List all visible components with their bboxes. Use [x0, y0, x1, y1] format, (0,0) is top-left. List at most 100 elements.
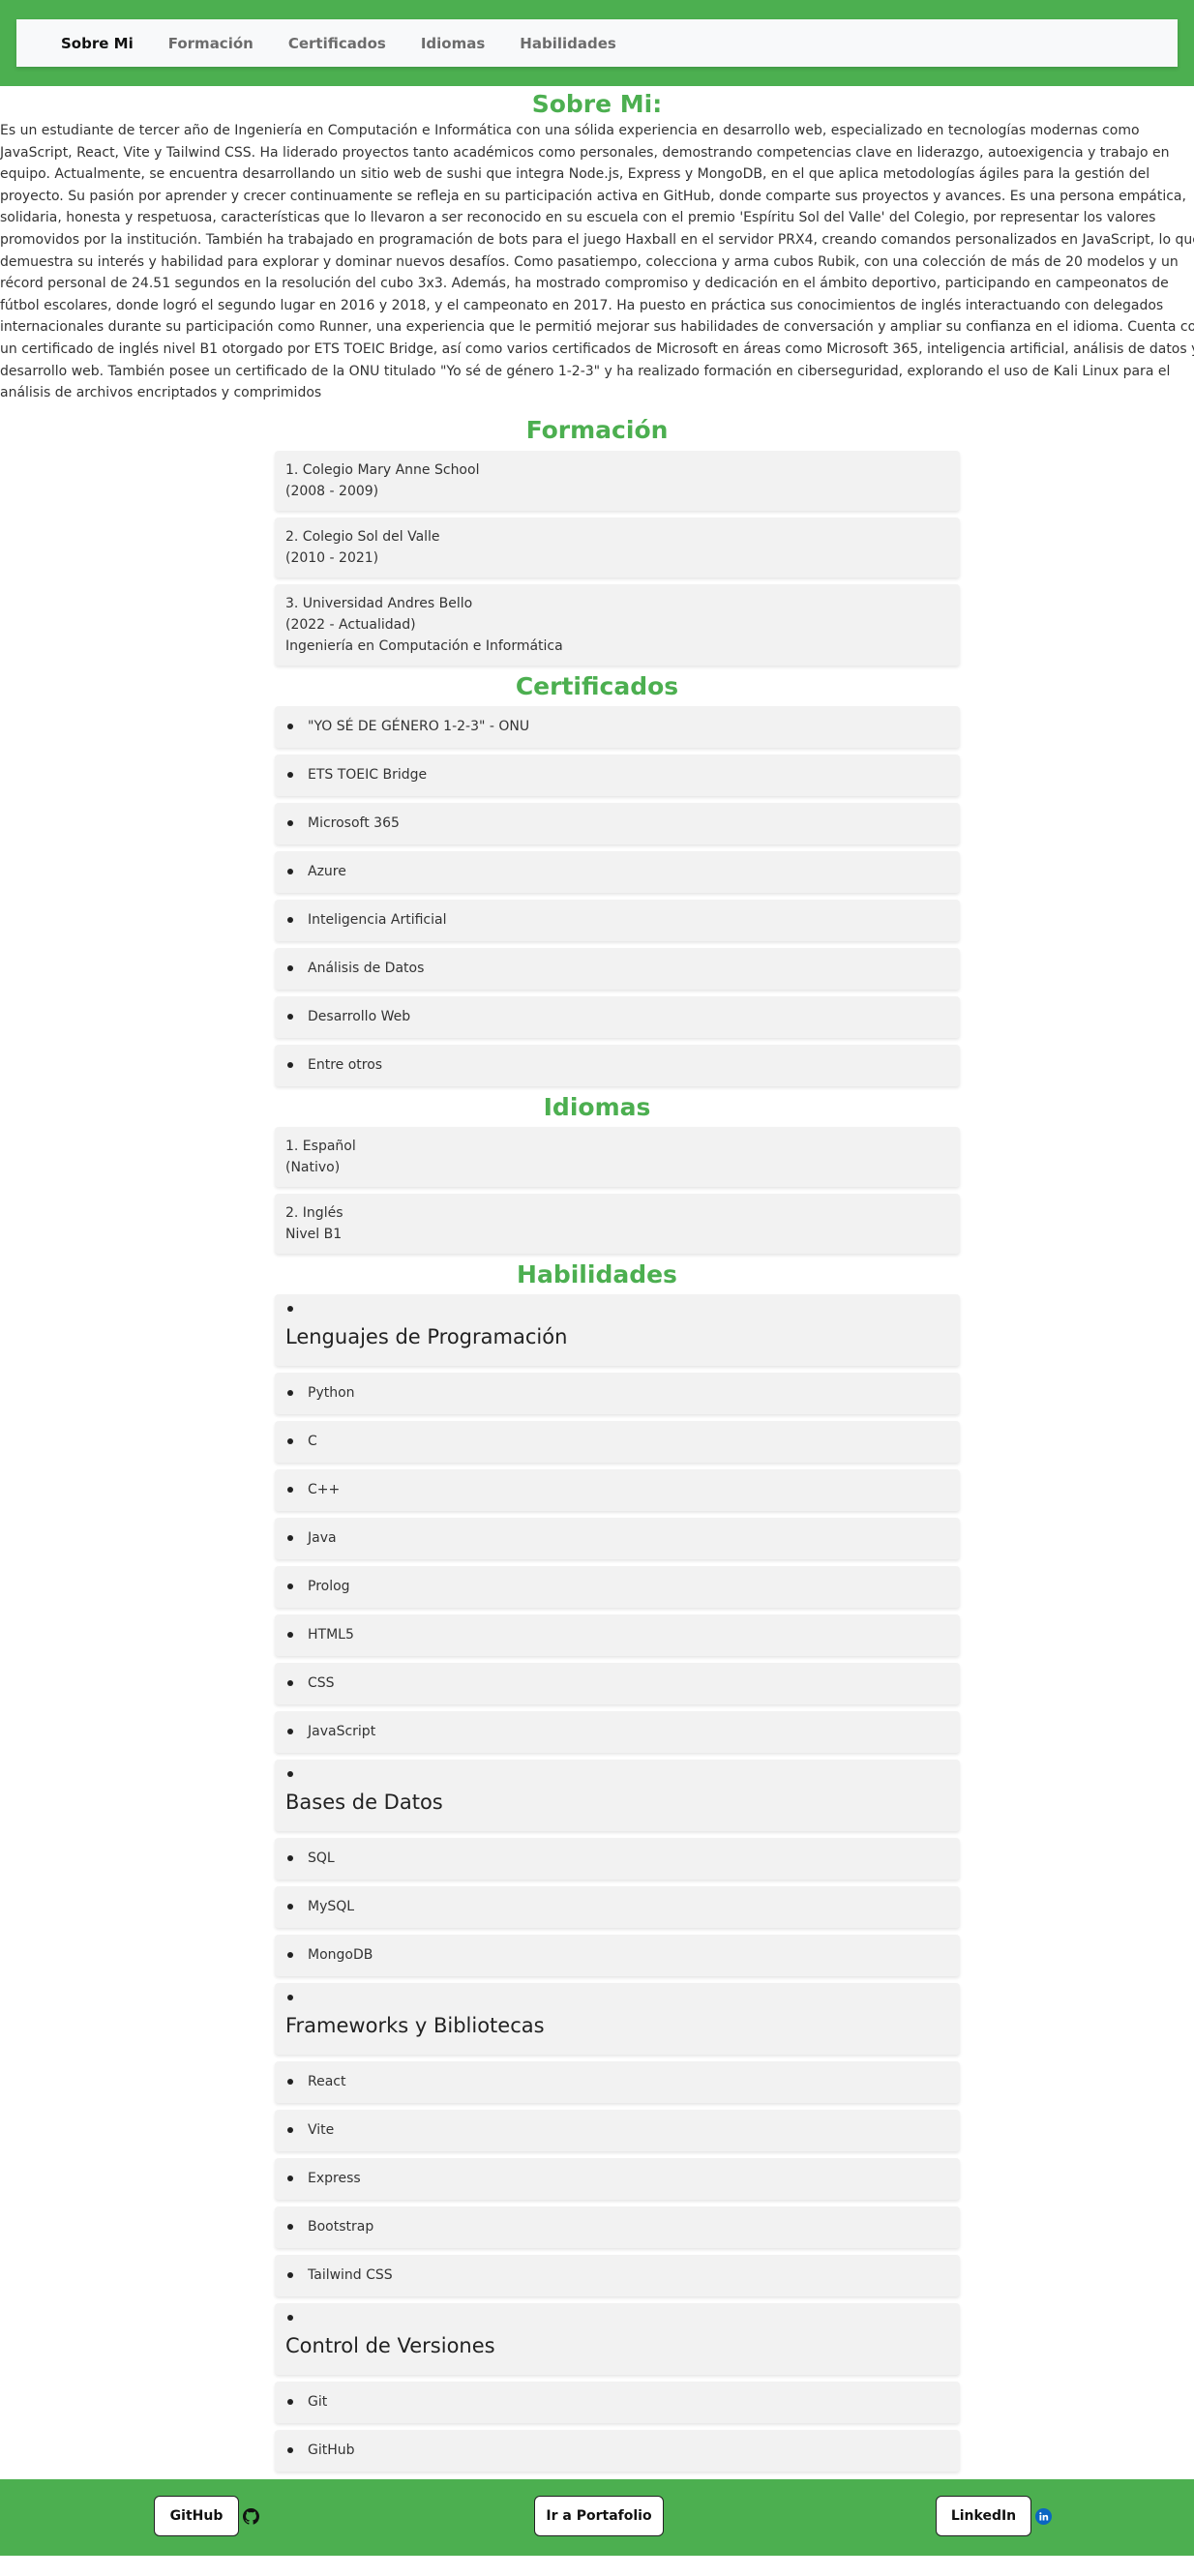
skill-group-title: Bases de Datos: [285, 1790, 443, 1814]
skill-item-label: JavaScript: [308, 1724, 376, 1740]
bullet-dot: [287, 1632, 293, 1639]
skill-item: Prolog: [275, 1565, 960, 1608]
formacion-card: 3. Universidad Andres Bello (2022 - Actua…: [275, 583, 960, 666]
certificado-item-label: Azure: [308, 864, 346, 880]
linkedin-icon[interactable]: [1035, 2507, 1052, 2525]
formacion-line: Ingeniería en Computación e Informática: [285, 637, 563, 654]
skill-item-label: Python: [308, 1385, 355, 1402]
bullet-dot: [287, 2447, 293, 2454]
certificado-item: Análisis de Datos: [275, 947, 960, 990]
formacion-line: (2008 - 2009): [285, 483, 379, 499]
certificados-list: "YO SÉ DE GÉNERO 1-2-3" - ONU ETS TOEIC B…: [275, 705, 960, 1086]
about-title: Sobre Mi:: [531, 90, 663, 118]
certificado-item-label: "YO SÉ DE GÉNERO 1-2-3" - ONU: [308, 719, 530, 735]
formacion-list: 1. Colegio Mary Anne School (2008 - 2009)…: [275, 450, 960, 666]
skill-item: HTML5: [275, 1614, 960, 1656]
skill-item: JavaScript: [275, 1710, 960, 1753]
skill-item-label: Prolog: [308, 1579, 350, 1595]
bullet-dot: [287, 1952, 293, 1959]
nav-link-sobre-mi[interactable]: Sobre Mi: [44, 35, 151, 52]
bullet-dot: [287, 1680, 293, 1687]
certificado-item: Entre otros: [275, 1044, 960, 1086]
skill-item-label: Git: [308, 2394, 328, 2411]
bullet-dot: [287, 1994, 293, 2000]
skill-item: Express: [275, 2157, 960, 2200]
formacion-line: 3. Universidad Andres Bello: [285, 595, 473, 611]
certificado-item: Inteligencia Artificial: [275, 899, 960, 941]
bullet-dot: [287, 772, 293, 779]
bullet-dot: [287, 869, 293, 875]
github-icon[interactable]: [243, 2507, 259, 2525]
skill-item: Bootstrap: [275, 2206, 960, 2248]
header-bar: Sobre Mi Formación Certificados Idiomas …: [0, 0, 1194, 86]
certificado-item-label: ETS TOEIC Bridge: [308, 767, 428, 784]
skill-item-label: Java: [308, 1530, 337, 1547]
bullet-dot: [287, 1584, 293, 1590]
certificado-item-label: Microsoft 365: [308, 815, 400, 832]
skill-item-label: CSS: [308, 1675, 335, 1692]
portfolio-button[interactable]: Ir a Portafolio: [534, 2495, 664, 2536]
skill-item: Java: [275, 1517, 960, 1559]
certificado-item-label: Inteligencia Artificial: [308, 912, 447, 929]
bullet-dot: [287, 820, 293, 827]
skill-item: C: [275, 1420, 960, 1463]
skill-item: Python: [275, 1372, 960, 1414]
nav-link-formacion[interactable]: Formación: [151, 35, 271, 52]
bullet-dot: [287, 1904, 293, 1910]
certificados-title: Certificados: [515, 671, 679, 700]
skill-group-header: Bases de Datos: [275, 1759, 960, 1831]
bullet-dot: [287, 1014, 293, 1021]
idioma-line: 1. Español: [285, 1138, 356, 1154]
certificado-item-label: Entre otros: [308, 1057, 383, 1074]
skill-item-label: MongoDB: [308, 1947, 373, 1964]
idioma-card: 1. Español (Nativo): [275, 1126, 960, 1187]
skill-item: MySQL: [275, 1885, 960, 1928]
skill-item: GitHub: [275, 2429, 960, 2472]
formacion-card: 2. Colegio Sol del Valle (2010 - 2021): [275, 517, 960, 577]
bullet-dot: [287, 2314, 293, 2321]
bullet-dot: [287, 2176, 293, 2182]
idioma-line: 2. Inglés: [285, 1204, 343, 1221]
bullet-dot: [287, 1487, 293, 1494]
certificado-item: Desarrollo Web: [275, 995, 960, 1038]
skill-item-label: MySQL: [308, 1899, 355, 1915]
skill-item-label: C++: [308, 1482, 341, 1498]
skill-item: CSS: [275, 1662, 960, 1704]
formacion-card: 1. Colegio Mary Anne School (2008 - 2009): [275, 450, 960, 511]
skill-item: Vite: [275, 2109, 960, 2151]
nav-link-habilidades[interactable]: Habilidades: [502, 35, 634, 52]
idioma-card: 2. Inglés Nivel B1: [275, 1193, 960, 1254]
skill-group-header: Lenguajes de Programación: [275, 1293, 960, 1366]
certificado-item: "YO SÉ DE GÉNERO 1-2-3" - ONU: [275, 705, 960, 748]
nav-link-certificados[interactable]: Certificados: [271, 35, 403, 52]
skill-item: C++: [275, 1468, 960, 1511]
skill-item: SQL: [275, 1837, 960, 1880]
certificado-item-label: Desarrollo Web: [308, 1009, 411, 1025]
bullet-dot: [287, 1305, 293, 1312]
bullet-dot: [287, 917, 293, 924]
skill-item-label: Express: [308, 2171, 361, 2187]
skill-item-label: Bootstrap: [308, 2219, 374, 2235]
bullet-dot: [287, 2399, 293, 2406]
certificado-item-label: Análisis de Datos: [308, 961, 425, 977]
skill-item-label: SQL: [308, 1851, 335, 1867]
skill-item: MongoDB: [275, 1934, 960, 1976]
nav-link-idiomas[interactable]: Idiomas: [403, 35, 502, 52]
github-button[interactable]: GitHub: [154, 2495, 239, 2536]
bullet-dot: [287, 965, 293, 972]
habilidades-list: Lenguajes de Programación Python C C++ Java P…: [275, 1293, 960, 2472]
bullet-dot: [287, 1855, 293, 1862]
skill-group-title: Lenguajes de Programación: [285, 1324, 568, 1348]
skill-item-label: HTML5: [308, 1627, 354, 1643]
certificado-item: ETS TOEIC Bridge: [275, 754, 960, 796]
skill-item: Tailwind CSS: [275, 2254, 960, 2296]
bullet-dot: [287, 2079, 293, 2086]
formacion-title: Formación: [525, 415, 669, 444]
bullet-dot: [287, 1438, 293, 1445]
idiomas-title: Idiomas: [543, 1092, 651, 1121]
bullet-dot: [287, 2127, 293, 2134]
about-text: Es un estudiante de tercer año de Ingeni…: [0, 123, 1194, 401]
formacion-line: 1. Colegio Mary Anne School: [285, 461, 480, 478]
linkedin-button[interactable]: LinkedIn: [936, 2495, 1031, 2536]
formacion-line: (2010 - 2021): [285, 549, 379, 566]
